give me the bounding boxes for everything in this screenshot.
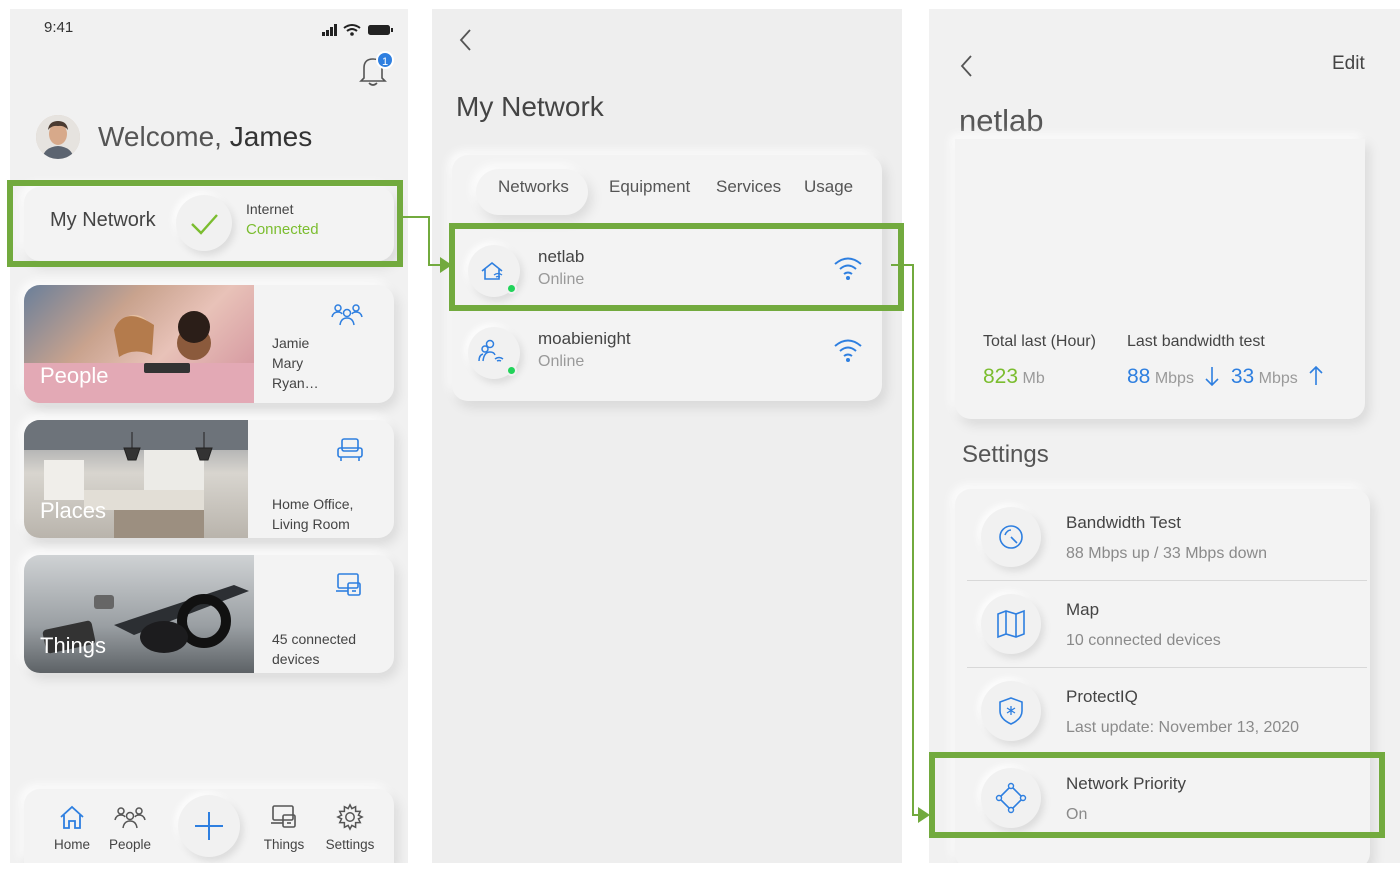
- highlight-my-network: [7, 180, 403, 267]
- card-title-things: Things: [40, 633, 107, 658]
- status-icons: [322, 23, 396, 42]
- settings-heading: Settings: [962, 441, 1049, 468]
- page-title: My Network: [456, 91, 604, 122]
- arrow-up-icon: [1309, 365, 1323, 385]
- total-value: 823 Mb: [983, 365, 1045, 389]
- setting-sub-map: 10 connected devices: [1066, 632, 1221, 649]
- divider: [967, 580, 1367, 581]
- sofa-icon: [337, 438, 363, 461]
- bandwidth-value: 88 Mbps 33 Mbps: [1127, 365, 1324, 389]
- card-title-people: People: [40, 363, 109, 388]
- network-detail-screen: Edit netlab Total last (Hour) 823 Mb Las…: [929, 9, 1400, 863]
- my-network-screen: My Network Networks Equipment Services U…: [432, 9, 902, 863]
- connector-line: [912, 264, 914, 816]
- network-name: moabienight: [538, 329, 631, 348]
- map-icon-circle: [981, 594, 1041, 654]
- things-photo: Things: [24, 555, 254, 673]
- tab-networks[interactable]: Networks: [498, 177, 569, 197]
- people-card[interactable]: People Jamie Mary Ryan…: [24, 285, 394, 403]
- connector-arrow-icon: [440, 257, 452, 273]
- bottom-nav: Home People Things Settings: [24, 789, 394, 863]
- bandwidth-label: Last bandwidth test: [1127, 333, 1265, 350]
- back-chevron-icon[interactable]: [458, 27, 474, 53]
- arrow-down-icon: [1205, 367, 1219, 387]
- people-photo: People: [24, 285, 254, 403]
- tab-services[interactable]: Services: [716, 177, 781, 197]
- wifi-icon: [834, 339, 862, 362]
- avatar[interactable]: [36, 115, 80, 159]
- gear-icon: [336, 803, 364, 831]
- divider: [967, 667, 1367, 668]
- things-card[interactable]: Things 45 connected devices: [24, 555, 394, 673]
- nav-home-label: Home: [53, 837, 90, 852]
- back-chevron-icon[interactable]: [959, 53, 975, 79]
- nav-things-label: Things: [263, 837, 305, 852]
- network-row-moabienight[interactable]: moabienight Online: [452, 315, 882, 393]
- connector-line: [428, 216, 430, 266]
- total-number: 823: [983, 365, 1019, 388]
- card-title-places: Places: [40, 498, 107, 523]
- setting-sub-protectiq: Last update: November 13, 2020: [1066, 719, 1300, 736]
- highlight-netlab: [449, 223, 904, 311]
- online-dot: [506, 365, 517, 376]
- people-list: Jamie Mary Ryan…: [272, 335, 319, 391]
- home-icon: [60, 805, 84, 829]
- signal-wifi-battery-icon: [322, 24, 393, 36]
- bandwidth-icon-circle: [981, 507, 1041, 567]
- setting-title-map: Map: [1066, 600, 1100, 619]
- map-icon: [997, 609, 1025, 639]
- people-icon: [331, 304, 363, 326]
- user-name: James: [229, 121, 313, 152]
- tab-equipment[interactable]: Equipment: [609, 177, 690, 197]
- shield-icon: [999, 697, 1023, 725]
- connector-arrow-icon: [918, 807, 930, 823]
- total-label: Total last (Hour): [983, 333, 1096, 350]
- notification-badge: 1: [376, 51, 394, 69]
- nav-things[interactable]: Things: [254, 803, 314, 852]
- welcome-heading: Welcome, James: [98, 121, 312, 153]
- nav-settings-label: Settings: [325, 837, 375, 852]
- nav-home[interactable]: Home: [42, 803, 102, 852]
- nav-settings[interactable]: Settings: [320, 803, 380, 852]
- bandwidth-unit: Mbps: [1258, 370, 1298, 387]
- usage-card: Total last (Hour) 823 Mb Last bandwidth …: [955, 139, 1365, 419]
- connector-line: [403, 216, 429, 218]
- plus-icon: [195, 812, 223, 840]
- devices-icon: [271, 805, 296, 828]
- bandwidth-down: 88: [1127, 365, 1151, 388]
- page-title: netlab: [959, 103, 1044, 138]
- edit-button[interactable]: Edit: [1332, 53, 1365, 75]
- connector-line: [891, 264, 913, 266]
- highlight-network-priority: [929, 752, 1385, 838]
- user-avatar-icon: [36, 115, 80, 159]
- people-icon: [114, 807, 146, 829]
- network-avatar: [468, 327, 520, 379]
- nav-people[interactable]: People: [100, 803, 160, 852]
- setting-title-bandwidth: Bandwidth Test: [1066, 513, 1181, 532]
- tab-usage[interactable]: Usage: [804, 177, 853, 197]
- welcome-text: Welcome,: [98, 121, 222, 152]
- setting-sub-bandwidth: 88 Mbps up / 33 Mbps down: [1066, 545, 1268, 562]
- bandwidth-unit: Mbps: [1154, 370, 1194, 387]
- network-status: Online: [538, 353, 585, 370]
- status-time: 9:41: [44, 19, 74, 36]
- setting-title-protectiq: ProtectIQ: [1066, 687, 1138, 706]
- nav-people-label: People: [108, 837, 152, 852]
- protectiq-icon-circle: [981, 681, 1041, 741]
- devices-icon: [336, 573, 361, 596]
- places-card[interactable]: Places Home Office, Living Room: [24, 420, 394, 538]
- notification-bell[interactable]: 1: [358, 51, 394, 92]
- things-list: 45 connected devices: [272, 631, 357, 667]
- speedometer-icon: [999, 525, 1023, 549]
- add-button[interactable]: [178, 795, 240, 857]
- home-screen: 9:41 1 Welcome, James My Network Interne…: [10, 9, 408, 863]
- places-list: Home Office, Living Room: [272, 496, 354, 532]
- bandwidth-up: 33: [1230, 365, 1255, 388]
- total-unit: Mb: [1022, 370, 1045, 387]
- places-photo: Places: [24, 420, 248, 538]
